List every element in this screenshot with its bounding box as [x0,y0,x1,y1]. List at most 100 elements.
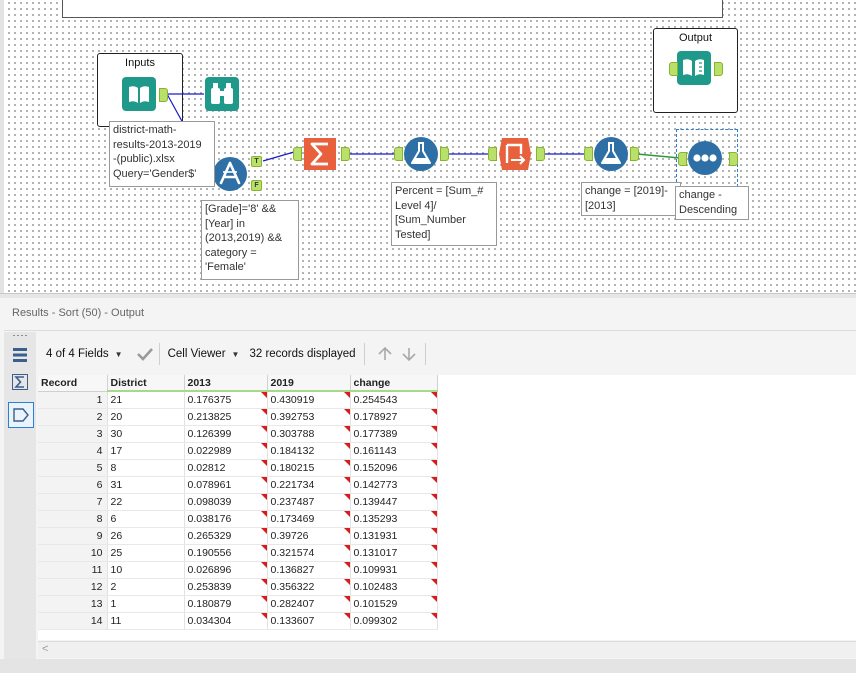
table-row[interactable]: 8 6 0.038176 0.173469 0.135293 [38,510,438,528]
table-cell[interactable]: 8 [107,459,185,477]
scroll-down-button[interactable] [397,342,425,366]
table-cell[interactable]: 2 [107,578,185,596]
table-cell[interactable]: 22 [107,493,185,511]
fields-dropdown[interactable]: 4 of 4 Fields ▼ [38,342,131,366]
output-data-tool[interactable] [676,50,712,86]
table-cell[interactable]: 17 [107,442,185,460]
table-cell[interactable]: 6 [107,510,185,528]
summarize-output-anchor[interactable] [341,147,350,161]
formula2-output-anchor[interactable] [630,147,639,161]
column-header[interactable]: 2019 [267,375,351,392]
column-header[interactable]: Record [38,375,108,392]
table-cell[interactable]: 0.139447 [350,493,438,511]
table-cell[interactable]: 0.022989 [184,442,268,460]
table-row[interactable]: 2 20 0.213825 0.392753 0.178927 [38,408,438,426]
table-row[interactable]: 14 11 0.034304 0.133607 0.099302 [38,612,438,630]
sigma-icon[interactable] [10,372,30,392]
summarize-input-anchor[interactable] [293,147,302,161]
rows-icon[interactable] [10,345,30,365]
record-number-cell[interactable]: 10 [38,544,108,562]
horizontal-scrollbar[interactable]: < [38,641,856,658]
table-cell[interactable]: 30 [107,425,185,443]
sort-output-anchor[interactable] [729,152,738,166]
filter-false-anchor[interactable]: F [251,180,262,191]
table-cell[interactable]: 0.098039 [184,493,268,511]
crosstab-output-anchor[interactable] [536,147,545,161]
tag-icon[interactable] [8,402,34,428]
formula1-output-anchor[interactable] [440,147,449,161]
table-cell[interactable]: 21 [107,391,185,409]
table-cell[interactable]: 0.392753 [267,408,351,426]
browse-tool[interactable] [204,76,240,112]
table-row[interactable]: 5 8 0.02812 0.180215 0.152096 [38,459,438,477]
formula1-input-anchor[interactable] [394,147,403,161]
table-cell[interactable]: 0.184132 [267,442,351,460]
table-row[interactable]: 11 10 0.026896 0.136827 0.109931 [38,561,438,579]
input-data-tool[interactable] [121,76,157,112]
record-number-cell[interactable]: 13 [38,595,108,613]
table-cell[interactable]: 10 [107,561,185,579]
table-cell[interactable]: 0.176375 [184,391,268,409]
table-cell[interactable]: 0.026896 [184,561,268,579]
table-row[interactable]: 1 21 0.176375 0.430919 0.254543 [38,391,438,409]
table-cell[interactable]: 0.237487 [267,493,351,511]
table-cell[interactable]: 0.131017 [350,544,438,562]
table-cell[interactable]: 0.356322 [267,578,351,596]
sort-tool[interactable] [687,140,723,176]
table-cell[interactable]: 0.321574 [267,544,351,562]
results-grid[interactable]: Record District 2013 2019 change 1 21 0.17… [38,375,856,640]
formula2-input-anchor[interactable] [584,147,593,161]
table-cell[interactable]: 0.221734 [267,476,351,494]
scroll-up-button[interactable] [365,342,397,366]
table-cell[interactable]: 0.131931 [350,527,438,545]
table-cell[interactable]: 26 [107,527,185,545]
table-cell[interactable]: 25 [107,544,185,562]
table-cell[interactable]: 0.034304 [184,612,268,630]
table-cell[interactable]: 11 [107,612,185,630]
table-row[interactable]: 4 17 0.022989 0.184132 0.161143 [38,442,438,460]
cell-viewer-dropdown[interactable]: Cell Viewer ▼ [160,342,248,366]
table-row[interactable]: 10 25 0.190556 0.321574 0.131017 [38,544,438,562]
table-row[interactable]: 3 30 0.126399 0.303788 0.177389 [38,425,438,443]
apply-checkmark-button[interactable] [131,342,159,366]
formula-tool-2[interactable] [593,136,629,172]
table-cell[interactable]: 0.39726 [267,527,351,545]
table-cell[interactable]: 20 [107,408,185,426]
table-cell[interactable]: 0.282407 [267,595,351,613]
table-row[interactable]: 12 2 0.253839 0.356322 0.102483 [38,578,438,596]
table-cell[interactable]: 0.136827 [267,561,351,579]
table-cell[interactable]: 0.173469 [267,510,351,528]
table-cell[interactable]: 0.213825 [184,408,268,426]
formula-tool-1[interactable] [403,136,439,172]
cross-tab-tool[interactable] [497,136,533,172]
table-cell[interactable]: 0.178927 [350,408,438,426]
record-number-cell[interactable]: 3 [38,425,108,443]
record-number-cell[interactable]: 12 [38,578,108,596]
filter-true-anchor[interactable]: T [251,156,262,167]
record-number-cell[interactable]: 4 [38,442,108,460]
record-number-cell[interactable]: 2 [38,408,108,426]
record-number-cell[interactable]: 14 [38,612,108,630]
table-cell[interactable]: 0.254543 [350,391,438,409]
table-cell[interactable]: 0.102483 [350,578,438,596]
table-row[interactable]: 13 1 0.180879 0.282407 0.101529 [38,595,438,613]
table-cell[interactable]: 0.133607 [267,612,351,630]
summarize-tool[interactable] [302,136,338,172]
record-number-cell[interactable]: 1 [38,391,108,409]
table-cell[interactable]: 0.303788 [267,425,351,443]
sort-input-anchor[interactable] [678,152,687,166]
table-cell[interactable]: 0.078961 [184,476,268,494]
record-number-cell[interactable]: 7 [38,493,108,511]
table-cell[interactable]: 0.265329 [184,527,268,545]
table-row[interactable]: 9 26 0.265329 0.39726 0.131931 [38,527,438,545]
input-output-anchor[interactable] [159,88,168,102]
record-number-cell[interactable]: 11 [38,561,108,579]
column-header[interactable]: 2013 [184,375,268,392]
table-cell[interactable]: 0.109931 [350,561,438,579]
table-cell[interactable]: 0.126399 [184,425,268,443]
record-number-cell[interactable]: 5 [38,459,108,477]
table-cell[interactable]: 0.177389 [350,425,438,443]
filter-tool[interactable] [212,156,248,192]
table-cell[interactable]: 31 [107,476,185,494]
record-number-cell[interactable]: 8 [38,510,108,528]
